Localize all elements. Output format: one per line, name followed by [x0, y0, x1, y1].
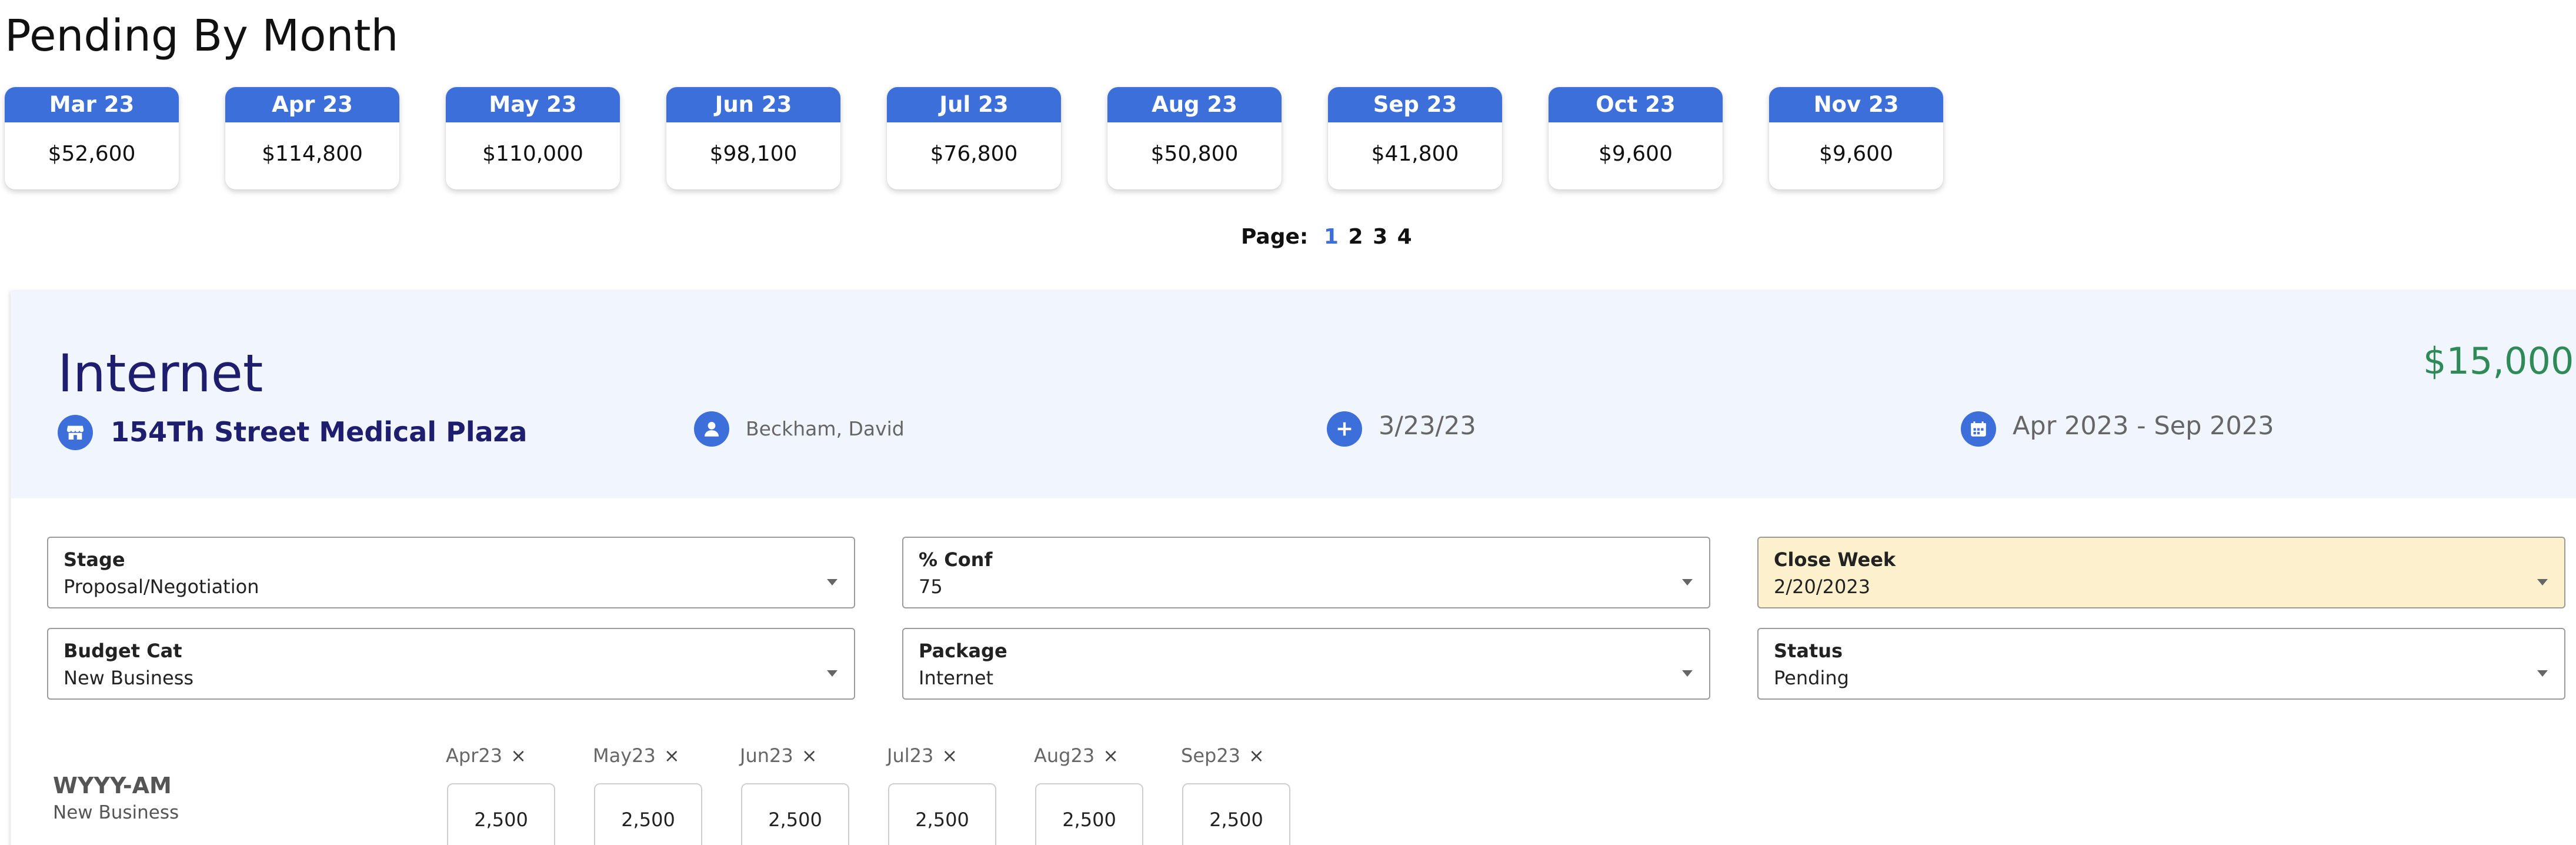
month-value: $110,000	[482, 142, 583, 166]
chevron-down-icon	[2537, 579, 2548, 585]
created-date: 3/23/23	[1379, 411, 1476, 441]
page: Pending By Month Mar 23 $52,600 Apr 23 $…	[0, 0, 2576, 845]
close-week-value: 2/20/2023	[1774, 575, 1871, 598]
allocation-month-label: Jun23 ×	[740, 744, 817, 767]
allocation-month-label: Jul23 ×	[887, 744, 958, 767]
stage-select[interactable]: Stage Proposal/Negotiation	[47, 537, 855, 608]
allocation-month-label: May23 ×	[593, 744, 680, 767]
owner-name: Beckham, David	[746, 417, 905, 440]
month-label: Oct 23	[1549, 87, 1723, 122]
month-value: $9,600	[1819, 142, 1893, 166]
chevron-down-icon	[827, 579, 837, 585]
deal-panel: Internet $15,000 154Th Street Medical Pl…	[11, 291, 2576, 845]
close-icon[interactable]: ×	[942, 744, 957, 767]
page-link-4[interactable]: 4	[1397, 225, 1412, 249]
month-card[interactable]: Jul 23 $76,800	[887, 87, 1061, 189]
close-week-label: Close Week	[1774, 548, 1896, 571]
close-icon[interactable]: ×	[510, 744, 526, 767]
allocation-input[interactable]: 2,500	[888, 783, 996, 845]
deal-product: Internet	[58, 343, 263, 404]
month-card[interactable]: Nov 23 $9,600	[1769, 87, 1943, 189]
package-value: Internet	[919, 667, 994, 689]
month-label: Sep 23	[1328, 87, 1502, 122]
close-icon[interactable]: ×	[1103, 744, 1119, 767]
allocation-month-label: Aug23 ×	[1034, 744, 1119, 767]
month-value: $76,800	[930, 142, 1018, 166]
calendar-icon	[1961, 411, 1996, 447]
allocation-input[interactable]: 2,500	[594, 783, 702, 845]
close-week-select[interactable]: Close Week 2/20/2023	[1757, 537, 2565, 608]
deal-amount: $15,000	[2423, 340, 2574, 382]
stage-label: Stage	[64, 548, 125, 571]
chevron-down-icon	[2537, 670, 2548, 677]
pagination-label: Page:	[1241, 225, 1309, 249]
allocation-month-label: Apr23 ×	[446, 744, 526, 767]
allocation-input[interactable]: 2,500	[1182, 783, 1290, 845]
month-label: Apr 23	[225, 87, 399, 122]
allocation-input[interactable]: 2,500	[447, 783, 555, 845]
station-category: New Business	[53, 802, 179, 823]
user-icon	[694, 411, 729, 447]
flight-range: Apr 2023 - Sep 2023	[2013, 411, 2274, 441]
allocation-input[interactable]: 2,500	[741, 783, 849, 845]
chevron-down-icon	[1682, 670, 1693, 677]
stage-value: Proposal/Negotiation	[64, 575, 259, 598]
month-value: $52,600	[48, 142, 136, 166]
deal-header: Internet $15,000 154Th Street Medical Pl…	[11, 291, 2576, 498]
close-icon[interactable]: ×	[1249, 744, 1264, 767]
month-card[interactable]: Oct 23 $9,600	[1549, 87, 1723, 189]
month-card[interactable]: Aug 23 $50,800	[1107, 87, 1282, 189]
page-link-1[interactable]: 1	[1324, 225, 1339, 249]
month-card[interactable]: Jun 23 $98,100	[666, 87, 840, 189]
month-label: Aug 23	[1107, 87, 1282, 122]
plus-icon	[1327, 411, 1362, 447]
month-card[interactable]: Mar 23 $52,600	[5, 87, 179, 189]
page-link-3[interactable]: 3	[1373, 225, 1387, 249]
account-name[interactable]: 154Th Street Medical Plaza	[111, 416, 527, 448]
package-select[interactable]: Package Internet	[902, 628, 1710, 700]
close-icon[interactable]: ×	[802, 744, 817, 767]
month-label: Nov 23	[1769, 87, 1943, 122]
confidence-select[interactable]: % Conf 75	[902, 537, 1710, 608]
month-value: $50,800	[1150, 142, 1239, 166]
allocation-input[interactable]: 2,500	[1035, 783, 1143, 845]
status-select[interactable]: Status Pending	[1757, 628, 2565, 700]
pagination: Page: 1 2 3 4	[1241, 225, 1414, 249]
month-label: Mar 23	[5, 87, 179, 122]
station-name: WYYY-AM	[53, 773, 172, 799]
package-label: Package	[919, 640, 1007, 662]
budget-cat-select[interactable]: Budget Cat New Business	[47, 628, 855, 700]
month-label: Jun 23	[666, 87, 840, 122]
month-value: $9,600	[1599, 142, 1673, 166]
month-label: May 23	[446, 87, 620, 122]
budget-cat-label: Budget Cat	[64, 640, 182, 662]
month-card[interactable]: Apr 23 $114,800	[225, 87, 399, 189]
month-value: $98,100	[709, 142, 798, 166]
page-title: Pending By Month	[5, 11, 399, 61]
page-link-2[interactable]: 2	[1348, 225, 1363, 249]
budget-cat-value: New Business	[64, 667, 194, 689]
month-card[interactable]: Sep 23 $41,800	[1328, 87, 1502, 189]
month-card[interactable]: May 23 $110,000	[446, 87, 620, 189]
close-icon[interactable]: ×	[664, 744, 680, 767]
allocation-month-label: Sep23 ×	[1181, 744, 1264, 767]
month-label: Jul 23	[887, 87, 1061, 122]
chevron-down-icon	[1682, 579, 1693, 585]
status-label: Status	[1774, 640, 1843, 662]
store-icon	[58, 415, 93, 450]
status-value: Pending	[1774, 667, 1849, 689]
confidence-label: % Conf	[919, 548, 993, 571]
month-value: $41,800	[1371, 142, 1459, 166]
confidence-value: 75	[919, 575, 943, 598]
month-value: $114,800	[262, 142, 363, 166]
chevron-down-icon	[827, 670, 837, 677]
